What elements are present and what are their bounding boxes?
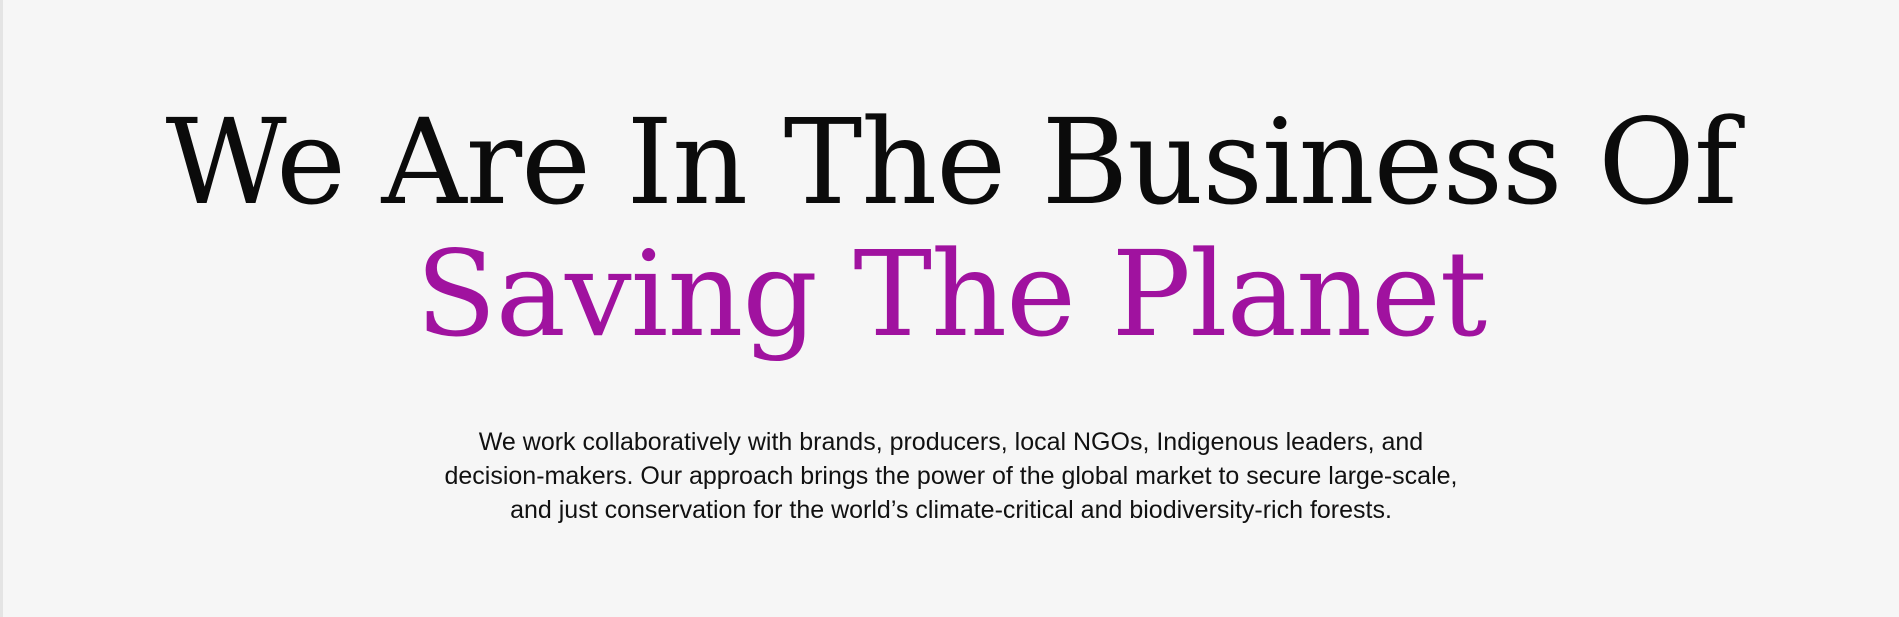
headline-accent-line: Saving The Planet (415, 225, 1487, 363)
intro-line-2: decision-makers. Our approach brings the… (444, 462, 1458, 490)
intro-paragraph: We work collaboratively with brands, pro… (386, 425, 1516, 527)
hero-headline: We Are In The Business Of Saving The Pla… (3, 96, 1899, 360)
hero-section: We Are In The Business Of Saving The Pla… (3, 96, 1899, 360)
page: We Are In The Business Of Saving The Pla… (0, 0, 1899, 617)
intro-line-3: and just conservation for the world’s cl… (510, 496, 1392, 524)
intro-line-1: We work collaboratively with brands, pro… (478, 428, 1424, 456)
headline-line-1: We Are In The Business Of (165, 93, 1738, 231)
